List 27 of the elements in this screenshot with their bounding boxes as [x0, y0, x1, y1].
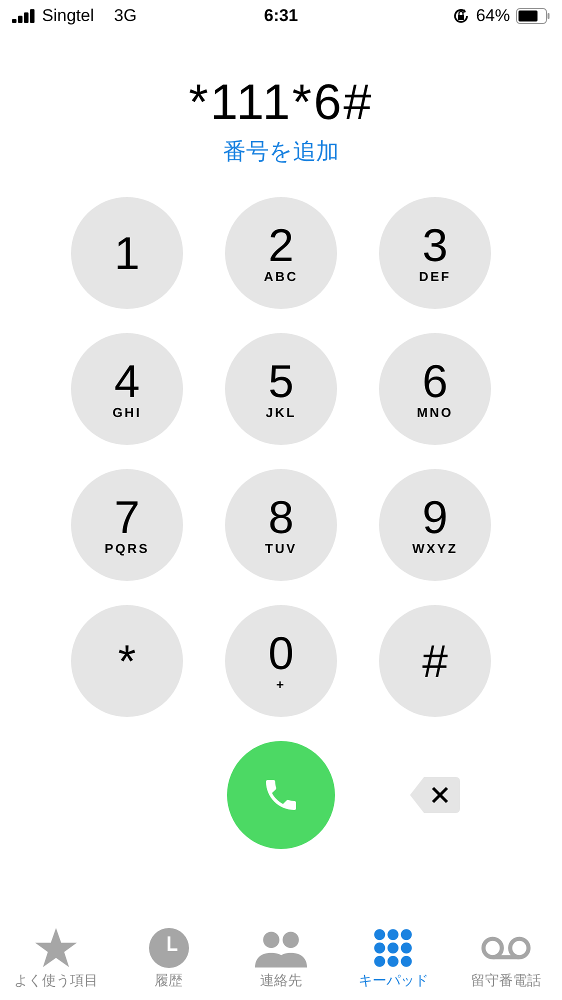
dialed-number: *111*6# — [188, 73, 374, 132]
dial-key[interactable]: # — [379, 604, 491, 716]
dial-key[interactable]: 1 — [71, 196, 183, 308]
carrier-name: Singtel — [42, 5, 94, 28]
network-type: 3G — [114, 5, 137, 28]
dial-key[interactable]: 4 GHI — [71, 332, 183, 444]
dial-key[interactable]: * — [71, 604, 183, 716]
dial-key[interactable]: 8 TUV — [225, 468, 337, 580]
clock-icon — [148, 928, 189, 968]
dial-key[interactable]: 5 JKL — [225, 332, 337, 444]
dial-key[interactable]: 6 MNO — [379, 332, 491, 444]
dial-key[interactable]: 7 PQRS — [71, 468, 183, 580]
delete-button[interactable] — [410, 776, 460, 812]
star-icon — [35, 928, 78, 968]
dial-key[interactable]: 9 WXYZ — [379, 468, 491, 580]
dial-key[interactable]: 0 + — [225, 604, 337, 716]
tab-bar-item[interactable]: キーパッド — [337, 928, 450, 991]
signal-icon — [12, 9, 36, 23]
battery-percent: 64% — [476, 5, 510, 28]
clock-time: 6:31 — [264, 5, 298, 28]
backspace-icon — [410, 776, 460, 812]
dial-key[interactable]: 3 DEF — [379, 196, 491, 308]
dial-key[interactable]: 2 ABC — [225, 196, 337, 308]
add-number-link[interactable]: 番号を追加 — [223, 134, 339, 168]
keypad-icon — [373, 928, 414, 968]
battery-icon — [516, 8, 550, 24]
rotation-lock-icon — [452, 7, 470, 25]
